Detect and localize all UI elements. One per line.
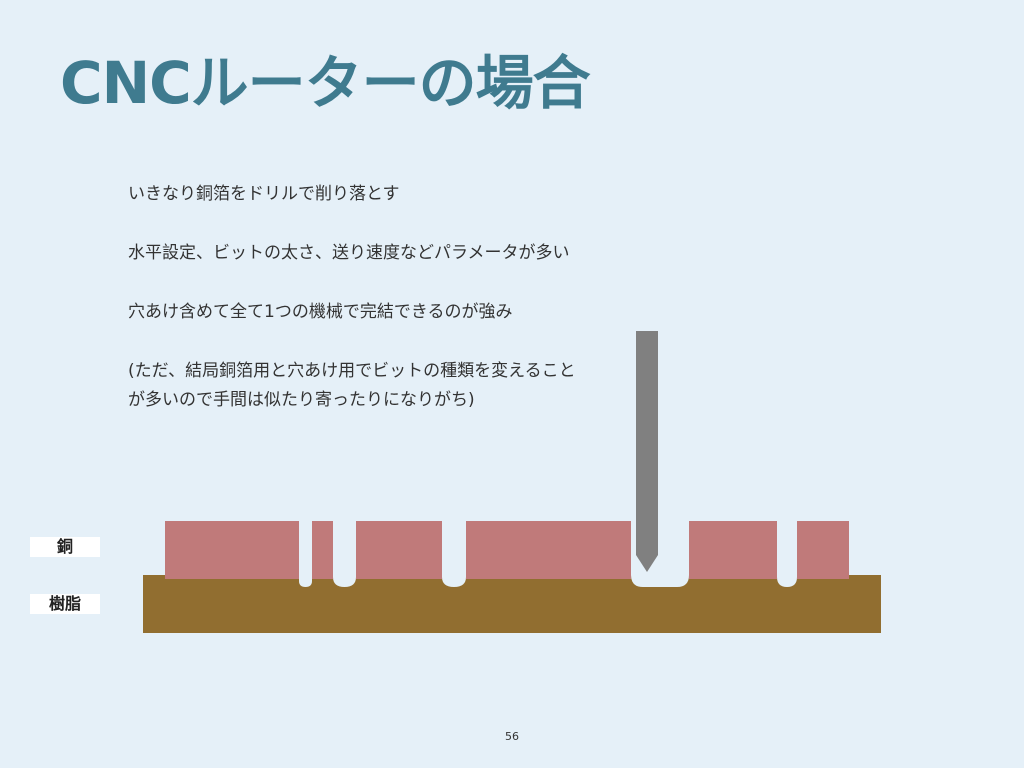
copper-label: 銅: [30, 537, 100, 557]
groove: [442, 521, 466, 587]
page-number: 56: [505, 730, 519, 743]
resin-label: 樹脂: [30, 594, 100, 614]
resin-layer: [143, 575, 881, 633]
copper-segment: [797, 521, 849, 579]
groove: [299, 521, 312, 587]
copper-segment: [466, 521, 631, 579]
copper-segment: [165, 521, 299, 579]
groove: [777, 521, 797, 587]
copper-segment: [689, 521, 777, 579]
cnc-routing-diagram: [143, 331, 881, 633]
copper-segment: [312, 521, 333, 579]
router-bit: [636, 331, 658, 572]
copper-segment: [356, 521, 442, 579]
copper-layer: [165, 521, 849, 579]
groove: [333, 521, 356, 587]
